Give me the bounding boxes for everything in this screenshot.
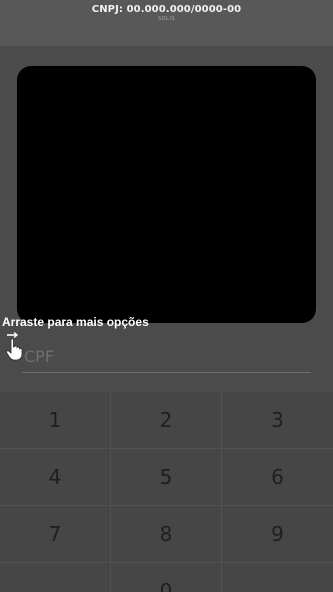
app-screen: CNPJ: 00.000.000/0000-00 SOLIS Arraste p…: [0, 0, 333, 592]
cpf-input[interactable]: [22, 342, 315, 370]
key-blank-right[interactable]: [222, 563, 333, 592]
cnpj-label: CNPJ: 00.000.000/0000-00: [91, 4, 242, 15]
key-8[interactable]: 8: [111, 506, 222, 563]
header: CNPJ: 00.000.000/0000-00 SOLIS: [0, 0, 333, 46]
cpf-field: [22, 342, 315, 373]
key-0[interactable]: 0: [111, 563, 222, 592]
key-4[interactable]: 4: [0, 449, 111, 506]
key-6[interactable]: 6: [222, 449, 333, 506]
numeric-keypad: 1 2 3 4 5 6 7 8 9 0: [0, 392, 333, 592]
swipe-hint: Arraste para mais opções: [2, 315, 149, 329]
header-subtitle: SOLIS: [157, 16, 176, 22]
key-2[interactable]: 2: [111, 392, 222, 449]
key-3[interactable]: 3: [222, 392, 333, 449]
key-blank-left[interactable]: [0, 563, 111, 592]
key-5[interactable]: 5: [111, 449, 222, 506]
key-1[interactable]: 1: [0, 392, 111, 449]
key-9[interactable]: 9: [222, 506, 333, 563]
camera-preview: [17, 66, 316, 323]
key-7[interactable]: 7: [0, 506, 111, 563]
